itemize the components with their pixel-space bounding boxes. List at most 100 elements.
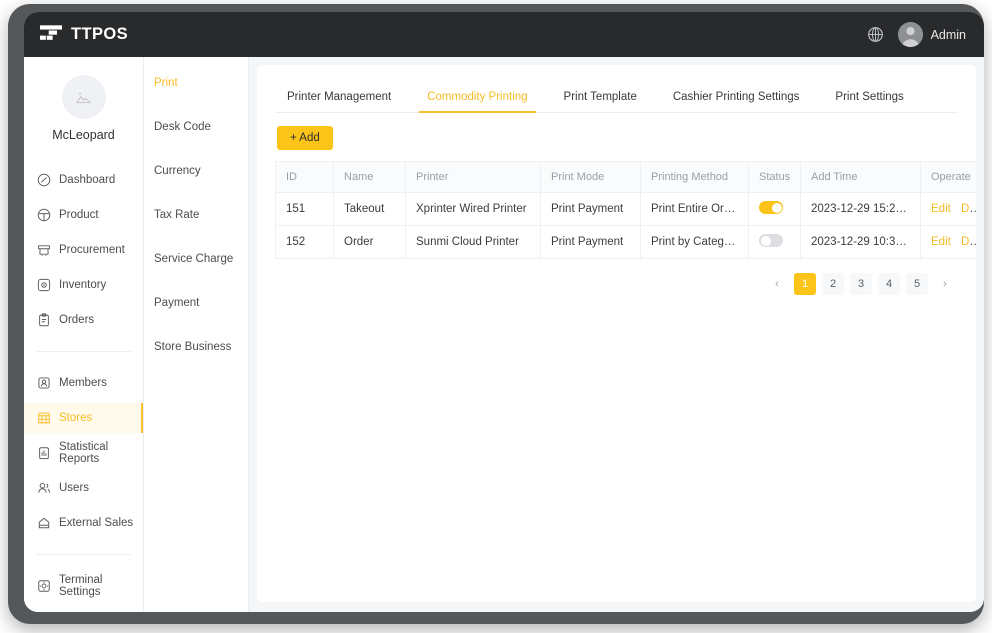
secondary-sidebar: Print Desk Code Currency Tax Rate Servic… (144, 57, 249, 612)
sidebar-item-members[interactable]: Members (24, 368, 143, 398)
delete-link[interactable]: Delete (961, 236, 976, 248)
sidebar-item-label: Users (59, 482, 90, 494)
stores-icon (37, 412, 51, 424)
nav-group-settings: Terminal Settings System Settings (24, 564, 143, 612)
tab-print-template[interactable]: Print Template (546, 91, 655, 112)
pagination-page-2[interactable]: 2 (822, 273, 844, 295)
content-card: Printer Management Commodity Printing Pr… (257, 65, 976, 602)
submenu-item-service-charge[interactable]: Service Charge (144, 243, 248, 275)
submenu-item-store-business[interactable]: Store Business (144, 331, 248, 363)
submenu-item-print[interactable]: Print (144, 67, 248, 99)
edit-link[interactable]: Edit (931, 236, 951, 248)
tab-label: Printer Management (287, 91, 392, 103)
members-icon (38, 377, 50, 389)
submenu-item-payment[interactable]: Payment (144, 287, 248, 319)
tab-commodity-printing[interactable]: Commodity Printing (409, 91, 545, 113)
sidebar-divider (36, 554, 131, 555)
table-body: 151 Takeout Xprinter Wired Printer Print… (275, 192, 976, 259)
globe-icon[interactable] (867, 26, 884, 43)
commodity-printing-table: ID Name Printer Print Mode Printing Meth… (275, 161, 976, 259)
sidebar-item-inventory[interactable]: Inventory (24, 270, 143, 300)
column-header-id: ID (275, 161, 334, 193)
store-name: McLeopard (52, 128, 115, 142)
sidebar-item-product[interactable]: Product (24, 200, 143, 230)
terminal-settings-icon (38, 580, 50, 592)
cell-id: 152 (275, 225, 334, 259)
sidebar-item-users[interactable]: Users (24, 473, 143, 503)
tab-label: Print Template (563, 91, 637, 103)
column-header-print-mode: Print Mode (540, 161, 641, 193)
pagination-page-3[interactable]: 3 (850, 273, 872, 295)
status-toggle[interactable] (759, 201, 783, 214)
cell-name: Order (333, 225, 406, 259)
statistical-reports-icon (39, 447, 49, 460)
submenu-item-label: Tax Rate (154, 209, 200, 221)
sidebar-item-procurement[interactable]: Procurement (24, 235, 143, 265)
cell-add-time: 2023-12-29 15:26:26 (800, 192, 921, 226)
edit-link[interactable]: Edit (931, 203, 951, 215)
cell-printing-method: Print by Category (640, 225, 749, 259)
sidebar-item-orders[interactable]: Orders (24, 305, 143, 335)
tab-cashier-printing-settings[interactable]: Cashier Printing Settings (655, 91, 818, 112)
tab-label: Commodity Printing (427, 91, 528, 103)
submenu-item-currency[interactable]: Currency (144, 155, 248, 187)
submenu-item-label: Print (154, 77, 178, 89)
cell-printer: Sunmi Cloud Printer (405, 225, 541, 259)
sidebar-item-statistical-reports[interactable]: Statistical Reports (24, 438, 143, 468)
sidebar-item-dashboard[interactable]: Dashboard (24, 165, 143, 195)
tab-label: Cashier Printing Settings (672, 91, 800, 103)
image-placeholder-icon (76, 92, 91, 103)
cell-name: Takeout (333, 192, 406, 226)
submenu-item-tax-rate[interactable]: Tax Rate (144, 199, 248, 231)
users-icon (38, 482, 51, 493)
sidebar-item-label: Stores (59, 412, 93, 424)
delete-link[interactable]: Delete (961, 203, 976, 215)
column-header-add-time: Add Time (800, 161, 921, 193)
tab-bar: Printer Management Commodity Printing Pr… (275, 79, 958, 113)
submenu-item-desk-code[interactable]: Desk Code (144, 111, 248, 143)
product-icon (37, 208, 51, 222)
primary-sidebar: McLeopard Dashboard Product Procurement … (24, 57, 144, 612)
top-header-bar: TTPOS Admin (24, 12, 984, 57)
cell-print-mode: Print Payment (540, 192, 641, 226)
cell-printing-method: Print Entire Order (640, 192, 749, 226)
store-profile: McLeopard (24, 69, 143, 158)
submenu-item-label: Store Business (154, 341, 232, 353)
pagination-page-5[interactable]: 5 (906, 273, 928, 295)
sidebar-item-label: Members (59, 377, 107, 389)
sidebar-item-terminal-settings[interactable]: Terminal Settings (24, 571, 143, 601)
pagination-page-4[interactable]: 4 (878, 273, 900, 295)
add-button[interactable]: + Add (277, 126, 333, 150)
inventory-icon (37, 278, 51, 292)
submenu-item-label: Service Charge (154, 253, 234, 265)
orders-icon (39, 313, 49, 327)
cell-add-time: 2023-12-29 10:39:04 (800, 225, 921, 259)
user-name: Admin (930, 27, 966, 42)
header-actions: Admin (867, 22, 966, 47)
brand-logo[interactable]: TTPOS (40, 25, 128, 44)
cell-status (748, 192, 801, 226)
table-head: ID Name Printer Print Mode Printing Meth… (275, 161, 976, 193)
status-toggle[interactable] (759, 234, 783, 247)
window-bezel: TTPOS Admin McLeopard Dashboard Product … (8, 4, 984, 624)
tab-print-settings[interactable]: Print Settings (817, 91, 921, 112)
sidebar-divider (36, 351, 131, 352)
toggle-knob (771, 202, 782, 213)
column-header-name: Name (333, 161, 406, 193)
cell-operate: Edit Delete (920, 192, 976, 226)
pagination-prev[interactable]: ‹ (766, 273, 788, 295)
user-menu[interactable]: Admin (897, 22, 966, 47)
pagination-next[interactable]: › (934, 273, 956, 295)
cell-status (748, 225, 801, 259)
sidebar-item-stores[interactable]: Stores (24, 403, 143, 433)
external-sales-icon (38, 517, 50, 529)
pagination-page-1[interactable]: 1 (794, 273, 816, 295)
pagination: ‹ 1 2 3 4 5 › (275, 259, 958, 295)
sidebar-item-system-settings[interactable]: System Settings (24, 606, 143, 612)
sidebar-item-label: Inventory (59, 279, 107, 291)
ttpos-logo-icon (40, 25, 62, 40)
toggle-knob (760, 235, 771, 246)
sidebar-item-external-sales[interactable]: External Sales (24, 508, 143, 538)
tab-printer-management[interactable]: Printer Management (275, 91, 409, 112)
table-header-row: ID Name Printer Print Mode Printing Meth… (275, 161, 976, 193)
